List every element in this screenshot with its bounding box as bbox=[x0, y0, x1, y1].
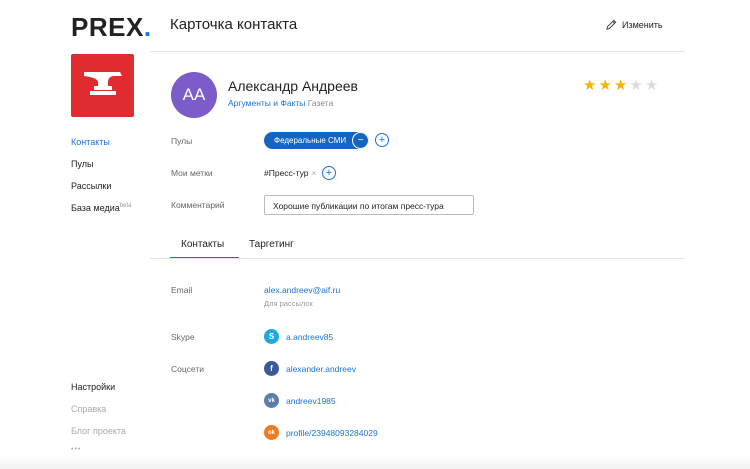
contact-name: Александр Андреев bbox=[228, 78, 358, 94]
email-note: Для рассылок bbox=[264, 299, 313, 308]
contact-organization: Аргументы и Факты Газета bbox=[228, 98, 333, 108]
pool-chip[interactable]: Федеральные СМИ − bbox=[264, 132, 370, 149]
plus-icon: + bbox=[378, 133, 386, 146]
vk-icon: vk bbox=[264, 393, 279, 408]
footer-shade bbox=[0, 456, 750, 469]
tab-contacts[interactable]: Контакты bbox=[181, 239, 224, 250]
sidebar-item-blog[interactable]: Блог проекта bbox=[71, 426, 126, 436]
skype-link[interactable]: a.andreev85 bbox=[286, 332, 333, 342]
organization-type: Газета bbox=[307, 98, 334, 108]
skype-icon: S bbox=[264, 329, 279, 344]
more-menu-button[interactable]: ••• bbox=[71, 446, 81, 453]
skype-label: Skype bbox=[171, 332, 195, 342]
sidebar-item-help[interactable]: Справка bbox=[71, 404, 106, 414]
publication-logo bbox=[71, 54, 134, 117]
plus-icon: + bbox=[325, 166, 333, 179]
sidebar-item-media-base[interactable]: База медиаbeta bbox=[71, 203, 131, 213]
add-pool-button[interactable]: + bbox=[375, 133, 389, 147]
star-icon[interactable]: ★ bbox=[614, 78, 627, 93]
sidebar-item-mailings[interactable]: Рассылки bbox=[71, 181, 111, 191]
anvil-icon bbox=[84, 72, 122, 95]
email-link[interactable]: alex.andreev@aif.ru bbox=[264, 285, 340, 295]
pencil-icon bbox=[606, 19, 617, 30]
organization-link[interactable]: Аргументы и Факты bbox=[228, 98, 305, 108]
header-divider bbox=[150, 51, 685, 52]
pools-label: Пулы bbox=[171, 136, 193, 146]
comment-label: Комментарий bbox=[171, 200, 225, 210]
social-label: Соцсети bbox=[171, 364, 204, 374]
avatar: AA bbox=[171, 72, 217, 118]
star-icon[interactable]: ★ bbox=[598, 78, 611, 93]
remove-tag-icon[interactable]: × bbox=[312, 168, 317, 178]
remove-pool-icon[interactable]: − bbox=[352, 132, 370, 149]
odnoklassniki-icon: ok bbox=[264, 425, 279, 440]
tag-chip[interactable]: #Пресс-тур × bbox=[264, 168, 316, 178]
email-label: Email bbox=[171, 285, 193, 295]
star-icon[interactable]: ★ bbox=[583, 78, 596, 93]
odnoklassniki-link[interactable]: profile/23948093284029 bbox=[286, 428, 378, 438]
tab-targeting[interactable]: Таргетинг bbox=[249, 239, 294, 250]
sidebar-item-settings[interactable]: Настройки bbox=[71, 382, 115, 392]
sidebar-item-contacts[interactable]: Контакты bbox=[71, 137, 110, 147]
facebook-link[interactable]: alexander.andreev bbox=[286, 364, 356, 374]
star-icon[interactable]: ★ bbox=[629, 78, 642, 93]
sidebar-item-pools[interactable]: Пулы bbox=[71, 159, 94, 169]
beta-badge: beta bbox=[119, 203, 132, 209]
tabs-divider bbox=[150, 258, 685, 259]
page-title: Карточка контакта bbox=[170, 16, 298, 33]
tags-label: Мои метки bbox=[171, 168, 213, 178]
facebook-icon: f bbox=[264, 361, 279, 376]
add-tag-button[interactable]: + bbox=[322, 166, 336, 180]
rating-stars[interactable]: ★ ★ ★ ★ ★ bbox=[583, 78, 658, 93]
comment-textarea[interactable]: Хорошие публикации по итогам пресс-тура bbox=[264, 195, 474, 215]
app-logo[interactable]: PREX. bbox=[71, 12, 152, 43]
star-icon[interactable]: ★ bbox=[645, 78, 658, 93]
vk-link[interactable]: andreev1985 bbox=[286, 396, 336, 406]
edit-button[interactable]: Изменить bbox=[606, 19, 663, 30]
